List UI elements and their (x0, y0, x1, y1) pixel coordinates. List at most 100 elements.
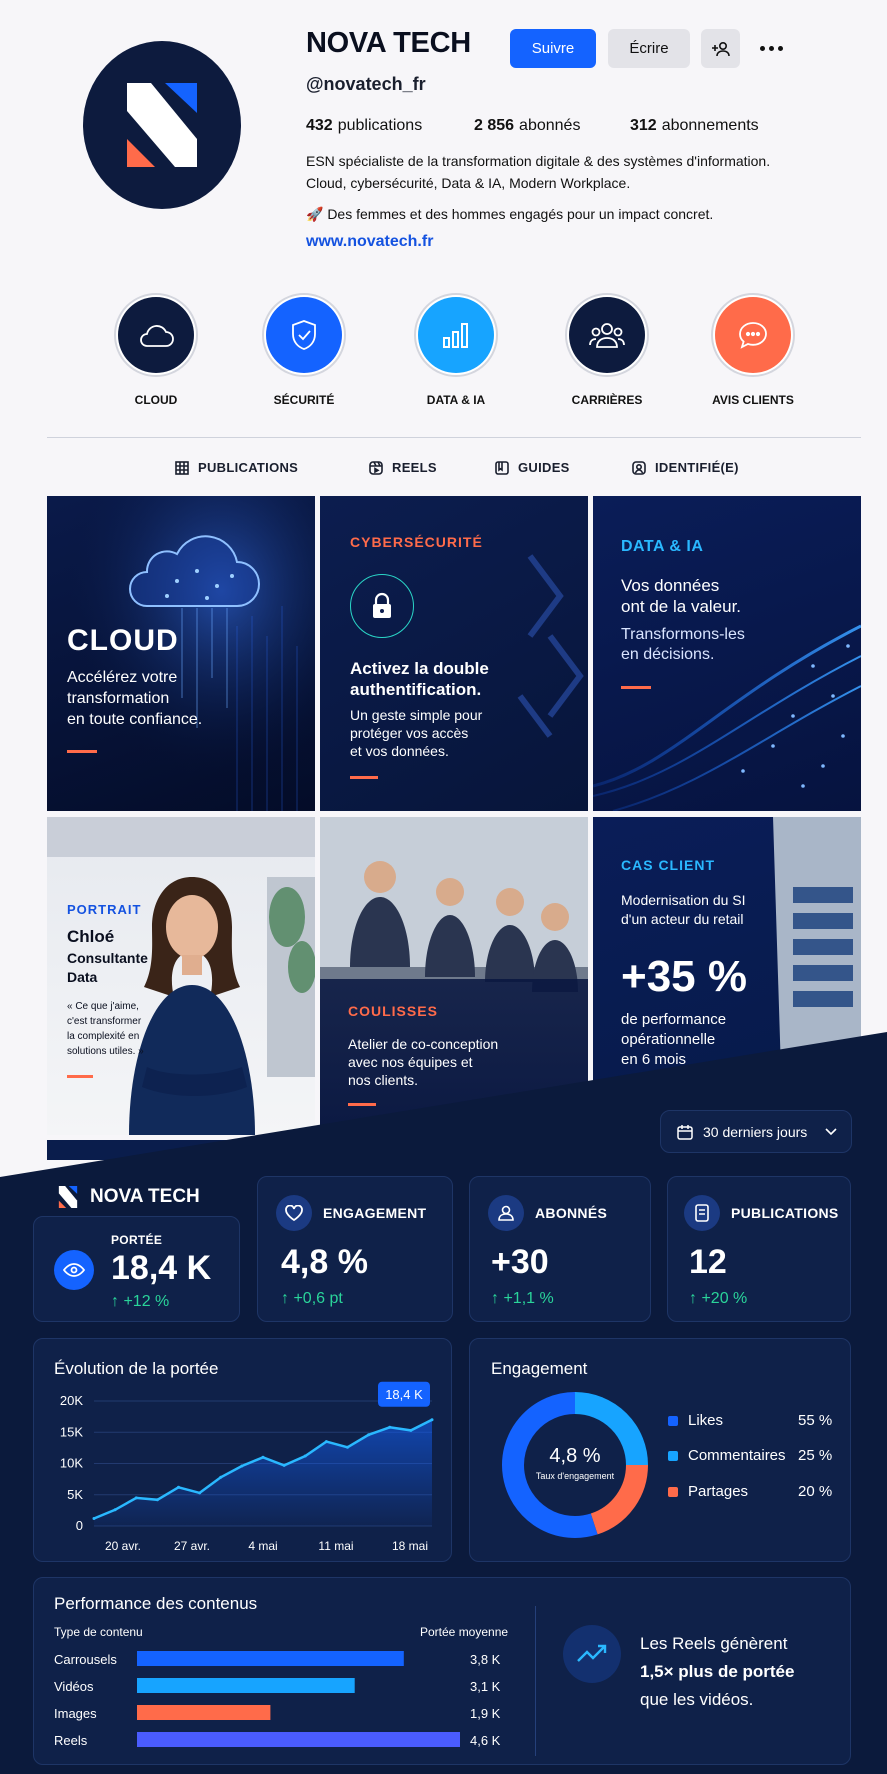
x-tick-label: 20 avr. (105, 1539, 141, 1553)
guides-icon (495, 460, 509, 475)
document-icon (684, 1195, 720, 1231)
stat-followers[interactable]: 2 856 abonnés (474, 117, 580, 135)
kpi-value: +30 (491, 1243, 549, 1281)
stat-following[interactable]: 312 abonnements (630, 117, 759, 135)
kpi-card-reach[interactable]: PORTÉE 18,4 K ↑ +12 % (33, 1216, 240, 1322)
post-headline: Chloé (67, 927, 115, 946)
bar-value-label: 4,6 K (470, 1733, 501, 1748)
nova-tech-logo (127, 83, 197, 167)
x-tick-label: 4 mai (248, 1539, 277, 1553)
kpi-title: ENGAGEMENT (323, 1205, 427, 1221)
x-tick-label: 11 mai (318, 1539, 353, 1553)
kpi-card-engagement[interactable]: ENGAGEMENT 4,8 % ↑ +0,6 pt (257, 1176, 453, 1322)
post-text: Data (67, 969, 98, 985)
insight-text: que les vidéos. (640, 1690, 754, 1709)
users-icon (488, 1195, 524, 1231)
reach-point (367, 1433, 371, 1437)
reach-point (134, 1496, 138, 1500)
reach-chart-card: Évolution de la portée 0 5K 10K 15K 20K 20 av… (33, 1338, 452, 1562)
trend-up-icon (563, 1625, 621, 1683)
donut-center-label: Taux d'engagement (535, 1471, 615, 1481)
post-text: protéger vos accès (350, 725, 469, 741)
kpi-card-posts[interactable]: PUBLICATIONS 12 ↑ +20 % (667, 1176, 851, 1322)
tab-tagged[interactable]: IDENTIFIÉ(E) (632, 460, 739, 475)
post-text: et vos données. (350, 743, 449, 759)
period-selector[interactable]: 30 derniers jours (660, 1110, 852, 1153)
bar-value-label: 3,8 K (470, 1652, 501, 1667)
highlight-data-ia[interactable]: DATA & IA (414, 293, 498, 407)
message-button[interactable]: Écrire (608, 29, 690, 68)
post-kicker: CAS CLIENT (621, 857, 715, 873)
website-link[interactable]: www.novatech.fr (306, 233, 433, 251)
post-kicker: COULISSES (348, 1003, 438, 1019)
reach-point (155, 1498, 159, 1502)
engagement-donut-chart[interactable] (470, 1339, 852, 1563)
post-headline: Activez la double (350, 659, 489, 678)
post-cybersecurity[interactable]: CYBERSÉCURITÉ Activez la double authenti… (320, 496, 588, 811)
post-cloud[interactable]: CLOUD Accélérez votre transformation en … (47, 496, 315, 811)
highlight-cloud[interactable]: CLOUD (114, 293, 198, 407)
kpi-title: ABONNÉS (535, 1205, 608, 1221)
highlight-security[interactable]: SÉCURITÉ (262, 293, 346, 407)
post-text: Modernisation du SI (621, 892, 746, 908)
highlight-reviews[interactable]: AVIS CLIENTS (711, 293, 795, 407)
highlight-label: CLOUD (134, 393, 178, 407)
hex-pattern (517, 554, 584, 738)
reels-icon (369, 460, 383, 475)
kpi-card-followers[interactable]: ABONNÉS +30 ↑ +1,1 % (469, 1176, 651, 1322)
highlight-label: AVIS CLIENTS (712, 393, 794, 407)
y-tick-label: 0 (76, 1518, 83, 1533)
profile-name: NOVA TECH (306, 27, 471, 59)
bio-line: ESN spécialiste de la transformation dig… (306, 153, 771, 169)
post-data-ia[interactable]: DATA & IA Vos données ont de la valeur. … (593, 496, 861, 811)
post-quote: c'est transformer (67, 1016, 142, 1027)
tab-label: REELS (392, 460, 437, 475)
post-text: d'un acteur du retail (621, 911, 744, 927)
accent-line (621, 686, 651, 689)
lock-icon (350, 574, 414, 638)
chat-bubble-icon (739, 322, 767, 349)
highlight-label: CARRIÈRES (571, 393, 643, 407)
bar-category-label: Reels (54, 1733, 88, 1748)
legend-shares: Partages 20 % (668, 1483, 832, 1500)
end-value-label: 18,4 K (385, 1387, 423, 1402)
reach-line-chart[interactable]: 0 5K 10K 15K 20K 20 avr. 27 avr. 4 mai 11 mai 18 … (34, 1339, 453, 1563)
stat-publications[interactable]: 432 publications (306, 117, 422, 135)
insight-text: Les Reels génèrent (640, 1634, 788, 1653)
perf-bar (137, 1678, 355, 1693)
reach-point (219, 1475, 223, 1479)
add-user-button[interactable] (701, 29, 740, 68)
post-headline: Vos données (621, 576, 720, 595)
tab-reels[interactable]: REELS (369, 460, 437, 475)
highlight-label: SÉCURITÉ (273, 393, 335, 407)
chevron-down-icon (825, 1127, 837, 1135)
profile-avatar[interactable] (83, 41, 241, 209)
brand-name: NOVA TECH (90, 1186, 200, 1207)
bar-value-label: 1,9 K (470, 1706, 501, 1721)
reach-point (261, 1455, 265, 1459)
y-tick-label: 15K (60, 1424, 83, 1439)
kpi-delta: ↑ +20 % (689, 1290, 748, 1307)
add-user-icon (711, 41, 730, 56)
kpi-value: 12 (689, 1243, 727, 1281)
accent-line (67, 750, 97, 753)
highlight-careers[interactable]: CARRIÈRES (565, 293, 649, 407)
reach-point (198, 1491, 202, 1495)
content-performance-bars[interactable]: Carrousels 3,8 K Vidéos 3,1 K Images 1,9 K Ree… (0, 1640, 520, 1760)
cloud-icon (140, 325, 174, 347)
kpi-delta: ↑ +0,6 pt (281, 1290, 343, 1307)
perf-bar (137, 1705, 271, 1720)
tab-guides[interactable]: GUIDES (495, 460, 570, 475)
eye-icon (54, 1250, 94, 1290)
heart-icon (276, 1195, 312, 1231)
tab-label: IDENTIFIÉ(E) (655, 460, 739, 475)
more-options-icon[interactable] (756, 36, 786, 60)
tab-publications[interactable]: PUBLICATIONS (175, 460, 298, 475)
reach-point (303, 1454, 307, 1458)
column-header: Type de contenu (54, 1625, 143, 1639)
tagged-icon (632, 460, 646, 475)
follow-button[interactable]: Suivre (510, 29, 596, 68)
post-kicker: CYBERSÉCURITÉ (350, 534, 483, 550)
accent-line (350, 776, 378, 779)
reach-point (409, 1428, 413, 1432)
